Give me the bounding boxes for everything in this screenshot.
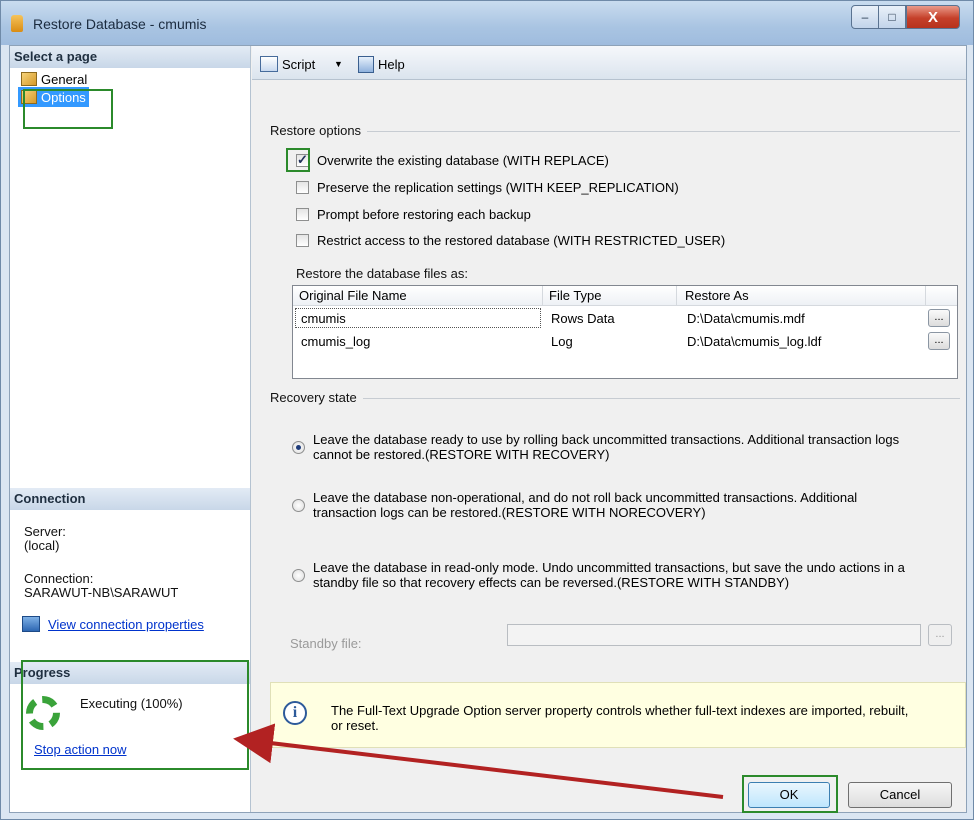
cell-file-name[interactable]: cmumis: [301, 311, 346, 326]
help-button[interactable]: Help: [358, 54, 405, 74]
left-pane: Select a page General Options Connection…: [10, 46, 251, 812]
keep-replication-checkbox[interactable]: [296, 181, 309, 194]
overwrite-checkbox-row[interactable]: Overwrite the existing database (WITH RE…: [296, 152, 609, 168]
recovery-radio-text: Leave the database ready to use by rolli…: [313, 432, 953, 462]
select-page-header: Select a page: [10, 46, 250, 68]
connection-properties-icon: [22, 616, 40, 632]
standby-radio-row[interactable]: Leave the database in read-only mode. Un…: [292, 560, 953, 590]
recovery-state-group-label: Recovery state: [270, 390, 363, 405]
options-highlight-box: [23, 89, 113, 129]
restore-files-label: Restore the database files as:: [296, 266, 474, 281]
dialog-client: Select a page General Options Connection…: [9, 45, 967, 813]
toolbar: Script ▼ Help: [252, 46, 966, 80]
page-icon: [21, 72, 37, 86]
info-bar: i The Full-Text Upgrade Option server pr…: [270, 682, 966, 748]
grid-header: Original File Name File Type Restore As: [293, 286, 957, 306]
table-row[interactable]: cmumis Rows Data D:\Data\cmumis.mdf ...: [293, 307, 957, 329]
col-divider: [676, 286, 677, 306]
standby-radio[interactable]: [292, 569, 305, 582]
browse-file-button[interactable]: ...: [928, 332, 950, 350]
col-original-file-name[interactable]: Original File Name: [299, 288, 407, 303]
standby-file-input[interactable]: [507, 624, 921, 646]
restore-database-window: Restore Database - cmumis – □ X Select a…: [0, 0, 974, 820]
standby-file-label: Standby file:: [290, 636, 362, 651]
progress-highlight-box: [21, 660, 249, 770]
restore-options-divider: [270, 131, 960, 132]
view-connection-properties-link[interactable]: View connection properties: [48, 617, 204, 632]
connection-value: SARAWUT-NB\SARAWUT: [24, 585, 179, 600]
restricted-user-checkbox[interactable]: [296, 234, 309, 247]
restore-options-group-label: Restore options: [270, 123, 368, 138]
cell-file-type: Log: [551, 334, 573, 349]
norecovery-radio-text: Leave the database non-operational, and …: [313, 490, 953, 520]
recovery-radio-row[interactable]: Leave the database ready to use by rolli…: [292, 432, 953, 462]
norecovery-radio-row[interactable]: Leave the database non-operational, and …: [292, 490, 953, 520]
recovery-state-divider: [270, 398, 960, 399]
standby-radio-text: Leave the database in read-only mode. Un…: [313, 560, 953, 590]
recovery-line2: cannot be restored.(RESTORE WITH RECOVER…: [313, 447, 610, 462]
server-label: Server:: [24, 524, 66, 539]
maximize-button[interactable]: □: [878, 5, 906, 29]
info-line2: or reset.: [331, 718, 379, 733]
keep-replication-label: Preserve the replication settings (WITH …: [317, 180, 679, 195]
script-icon: [260, 56, 278, 72]
col-divider: [925, 286, 926, 306]
title-bar[interactable]: Restore Database - cmumis – □ X: [1, 1, 973, 45]
norecovery-line2: transaction logs can be restored.(RESTOR…: [313, 505, 706, 520]
connection-label: Connection:: [24, 571, 94, 586]
page-item-label: General: [41, 71, 88, 87]
norecovery-radio[interactable]: [292, 499, 305, 512]
cell-file-name[interactable]: cmumis_log: [301, 334, 370, 349]
minimize-button[interactable]: –: [851, 5, 879, 29]
prompt-label: Prompt before restoring each backup: [317, 207, 531, 222]
overwrite-label: Overwrite the existing database (WITH RE…: [317, 153, 609, 168]
close-button[interactable]: X: [906, 5, 960, 29]
info-line1: The Full-Text Upgrade Option server prop…: [331, 703, 909, 718]
standby-browse-button[interactable]: ...: [928, 624, 952, 646]
restore-files-grid: Original File Name File Type Restore As …: [292, 285, 958, 379]
restricted-user-checkbox-row[interactable]: Restrict access to the restored database…: [296, 233, 725, 248]
keep-replication-checkbox-row[interactable]: Preserve the replication settings (WITH …: [296, 180, 679, 195]
server-value: (local): [24, 538, 60, 553]
window-title: Restore Database - cmumis: [33, 16, 207, 32]
script-label: Script: [282, 56, 316, 72]
col-divider: [542, 286, 543, 306]
cell-restore-as[interactable]: D:\Data\cmumis_log.ldf: [687, 334, 821, 349]
database-icon: [11, 15, 23, 32]
info-icon: i: [283, 701, 307, 725]
col-restore-as[interactable]: Restore As: [685, 288, 749, 303]
browse-file-button[interactable]: ...: [928, 309, 950, 327]
script-dropdown-button[interactable]: ▼: [334, 54, 343, 74]
help-label: Help: [378, 56, 405, 72]
ok-highlight-box: [742, 775, 838, 813]
col-file-type[interactable]: File Type: [549, 288, 602, 303]
page-item-general[interactable]: General: [18, 69, 90, 89]
recovery-radio[interactable]: [292, 441, 305, 454]
help-icon: [358, 55, 374, 73]
recovery-line1: Leave the database ready to use by rolli…: [313, 432, 900, 447]
standby-line2: standby file so that recovery effects ca…: [313, 575, 790, 590]
cancel-button[interactable]: Cancel: [848, 782, 952, 808]
info-text: The Full-Text Upgrade Option server prop…: [331, 703, 941, 733]
overwrite-highlight-box: [286, 148, 310, 172]
restricted-user-label: Restrict access to the restored database…: [317, 233, 726, 248]
standby-line1: Leave the database in read-only mode. Un…: [313, 560, 905, 575]
connection-header: Connection: [10, 488, 250, 510]
norecovery-line1: Leave the database non-operational, and …: [313, 490, 858, 505]
prompt-checkbox[interactable]: [296, 208, 309, 221]
table-row[interactable]: cmumis_log Log D:\Data\cmumis_log.ldf ..…: [293, 330, 957, 352]
prompt-checkbox-row[interactable]: Prompt before restoring each backup: [296, 207, 531, 222]
right-pane: Script ▼ Help Restore options Overwrite …: [252, 46, 966, 813]
script-button[interactable]: Script: [260, 54, 315, 74]
cell-restore-as[interactable]: D:\Data\cmumis.mdf: [687, 311, 805, 326]
cell-file-type: Rows Data: [551, 311, 615, 326]
